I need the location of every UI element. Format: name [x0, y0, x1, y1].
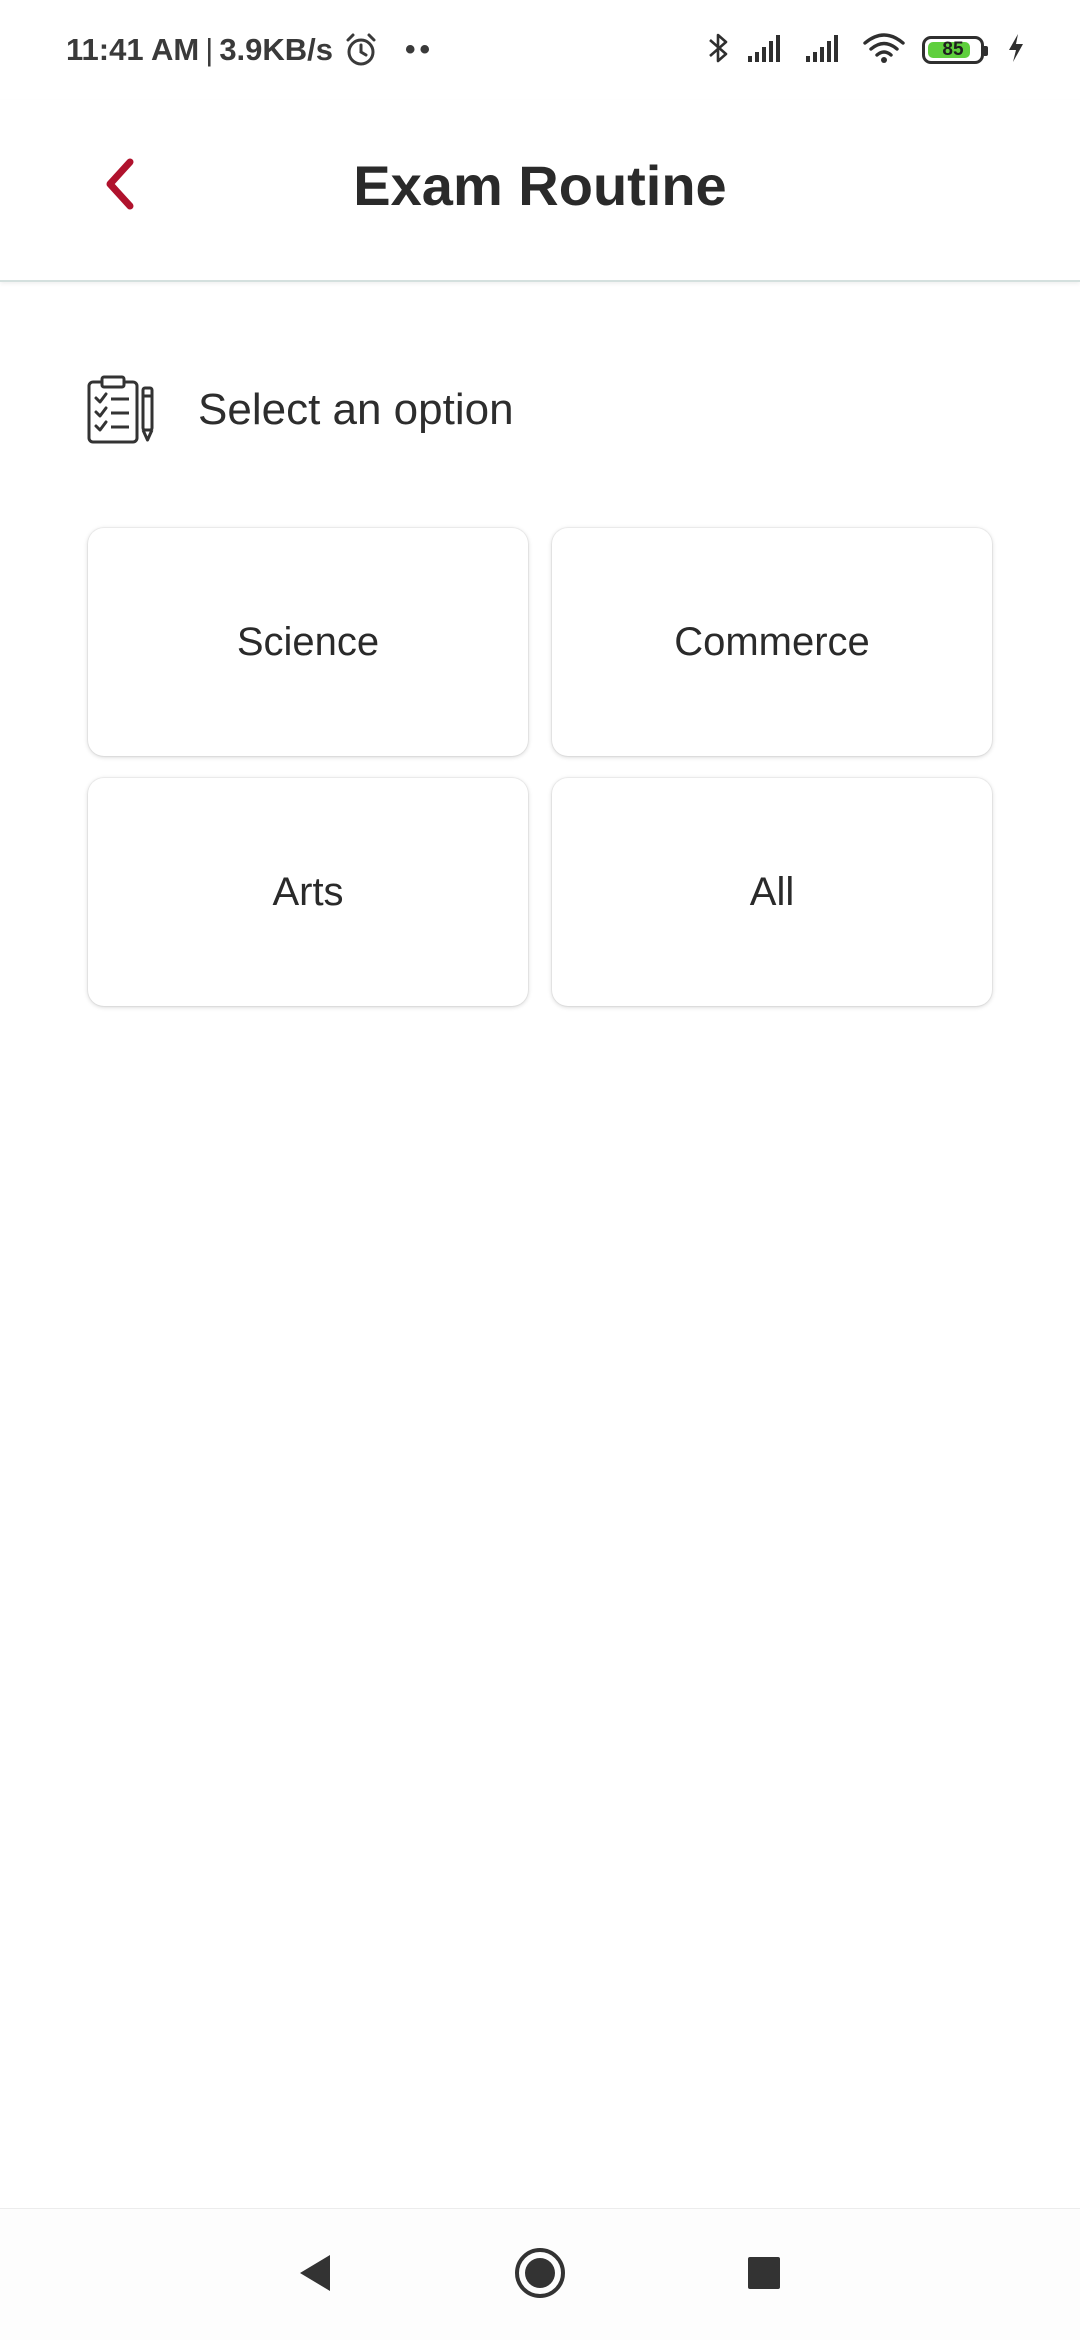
system-nav-bar: [0, 2208, 1080, 2340]
option-commerce-card[interactable]: Commerce: [552, 528, 992, 756]
nav-recents-icon: [744, 2253, 784, 2298]
signal-icon: [804, 32, 846, 69]
notification-dots: ••: [405, 33, 435, 66]
option-grid: Science Commerce Arts All: [88, 528, 992, 1006]
nav-home-icon: [512, 2245, 568, 2306]
battery-icon: 85: [922, 36, 988, 64]
prompt-row: Select an option: [86, 374, 514, 446]
battery-level: 85: [942, 39, 964, 60]
screen: 11:41 AM | 3.9KB/s •• 85 Exam Routine Se…: [0, 0, 1080, 2340]
option-arts-card[interactable]: Arts: [88, 778, 528, 1006]
nav-back-icon: [294, 2251, 334, 2300]
alarm-icon: [343, 32, 379, 68]
nav-recents-button[interactable]: [720, 2231, 808, 2319]
nav-back-button[interactable]: [270, 2231, 358, 2319]
status-bar: 11:41 AM | 3.9KB/s •• 85: [0, 0, 1080, 100]
page-title: Exam Routine: [353, 154, 727, 217]
app-bar: Exam Routine: [0, 100, 1080, 282]
signal-icon: [746, 32, 788, 69]
option-all-card[interactable]: All: [552, 778, 992, 1006]
bluetooth-icon: [706, 30, 730, 71]
wifi-icon: [862, 31, 906, 70]
network-speed: 3.9KB/s: [219, 32, 334, 67]
status-time: 11:41 AM: [66, 32, 200, 67]
prompt-text: Select an option: [198, 385, 514, 434]
status-left: 11:41 AM | 3.9KB/s ••: [66, 28, 434, 72]
checklist-clipboard-icon: [86, 374, 156, 446]
charging-icon: [1006, 32, 1026, 69]
nav-home-button[interactable]: [496, 2231, 584, 2319]
option-science-card[interactable]: Science: [88, 528, 528, 756]
status-separator: |: [205, 32, 214, 67]
status-right: 85: [706, 28, 1026, 72]
